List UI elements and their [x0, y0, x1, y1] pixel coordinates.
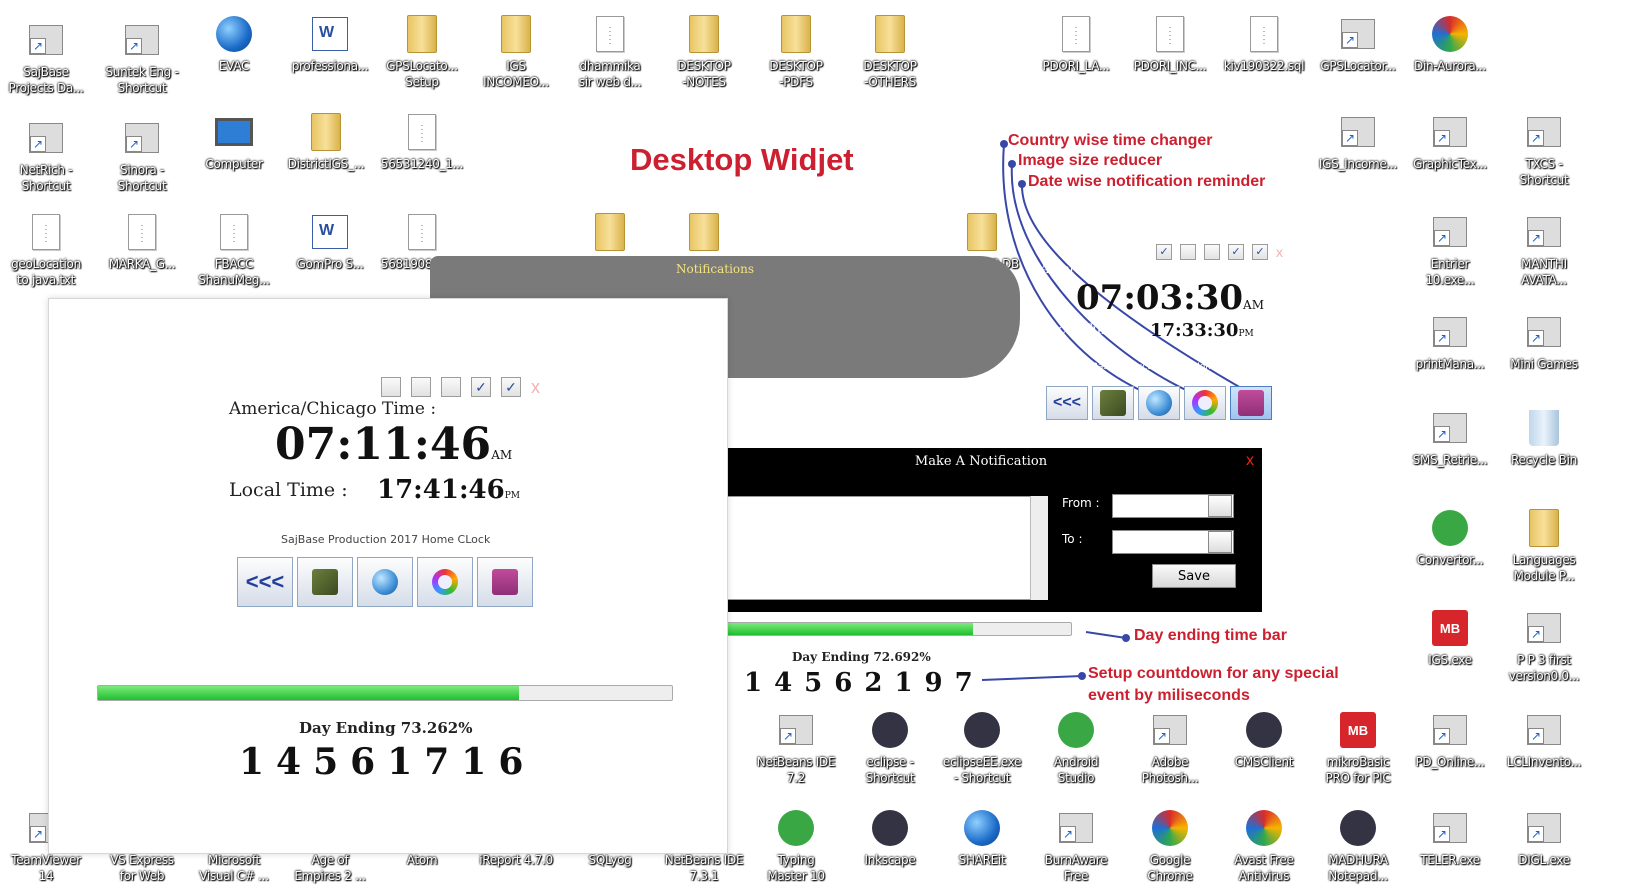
notification-button[interactable] — [477, 557, 533, 607]
from-label: From : — [1062, 496, 1100, 510]
tz-label: America/Chicago Time : — [229, 399, 437, 419]
to-calendar-button[interactable] — [1208, 531, 1232, 553]
small-notification-button[interactable] — [1230, 386, 1272, 420]
small-checkbox-row: ✓ ✓ ✓ x — [1156, 244, 1283, 260]
small-countdown: 14562197 — [744, 668, 985, 698]
checkbox-2[interactable] — [411, 377, 431, 397]
day-progress — [97, 685, 673, 701]
tz-time: 07:11:46AM — [275, 419, 513, 470]
notification-close-button[interactable]: x — [1246, 452, 1254, 470]
small-time-changer-button[interactable] — [1138, 386, 1180, 420]
small-checkbox-3[interactable] — [1204, 244, 1220, 260]
notification-message-input[interactable] — [700, 496, 1048, 600]
cube-icon — [1100, 390, 1126, 416]
local-label: Local Time : — [229, 479, 348, 501]
small-tz-label: America/Chicago Time : — [1040, 262, 1199, 277]
small-local-time: 17:33:30PM — [1150, 320, 1254, 341]
local-time: 17:41:46PM — [377, 475, 521, 505]
small-day-progress-fill — [713, 623, 974, 635]
small-close-button[interactable]: x — [1276, 244, 1283, 260]
button-row: <<< — [237, 557, 533, 607]
calendar-icon — [1238, 390, 1264, 416]
checkbox-row: ✓ ✓ x — [381, 377, 540, 397]
notification-dialog: Make A Notification x From : To : Save — [700, 448, 1262, 612]
notification-title: Make A Notification — [914, 454, 1048, 469]
checkbox-5[interactable]: ✓ — [501, 377, 521, 397]
small-button-row: <<< — [1046, 386, 1272, 420]
checkbox-1[interactable] — [381, 377, 401, 397]
small-checkbox-5[interactable]: ✓ — [1252, 244, 1268, 260]
small-cube-button[interactable] — [1092, 386, 1134, 420]
save-button[interactable]: Save — [1152, 564, 1236, 588]
checkbox-4[interactable]: ✓ — [471, 377, 491, 397]
small-image-reducer-button[interactable] — [1184, 386, 1226, 420]
small-back-button[interactable]: <<< — [1046, 386, 1088, 420]
cube-button[interactable] — [297, 557, 353, 607]
small-credit: SajBase Production 2017 Home CLock — [1078, 362, 1250, 372]
credit-text: SajBase Production 2017 Home CLock — [281, 533, 491, 546]
day-progress-fill — [98, 686, 519, 700]
large-clock-widget: ✓ ✓ x America/Chicago Time : 07:11:46AM … — [48, 298, 728, 854]
back-button[interactable]: <<< — [237, 557, 293, 607]
from-calendar-button[interactable] — [1208, 495, 1232, 517]
small-local-label: Local Time : — [1040, 322, 1128, 338]
notification-scrollbar[interactable] — [1030, 496, 1048, 600]
small-day-ending: Day Ending 72.692% — [792, 650, 931, 664]
color-ring-icon — [1192, 390, 1218, 416]
small-checkbox-1[interactable]: ✓ — [1156, 244, 1172, 260]
countdown: 14561716 — [239, 741, 536, 783]
image-reducer-button[interactable] — [417, 557, 473, 607]
checkbox-3[interactable] — [441, 377, 461, 397]
color-ring-icon — [432, 569, 458, 595]
globe-icon — [1146, 390, 1172, 416]
small-day-progress — [712, 622, 1072, 636]
small-tz-time: 07:03:30AM — [1076, 278, 1264, 318]
close-button[interactable]: x — [531, 377, 540, 397]
to-label: To : — [1062, 532, 1083, 546]
time-changer-button[interactable] — [357, 557, 413, 607]
day-ending-label: Day Ending 73.262% — [299, 719, 473, 737]
small-checkbox-4[interactable]: ✓ — [1228, 244, 1244, 260]
cube-icon — [312, 569, 338, 595]
globe-icon — [372, 569, 398, 595]
small-checkbox-2[interactable] — [1180, 244, 1196, 260]
calendar-icon — [492, 569, 518, 595]
